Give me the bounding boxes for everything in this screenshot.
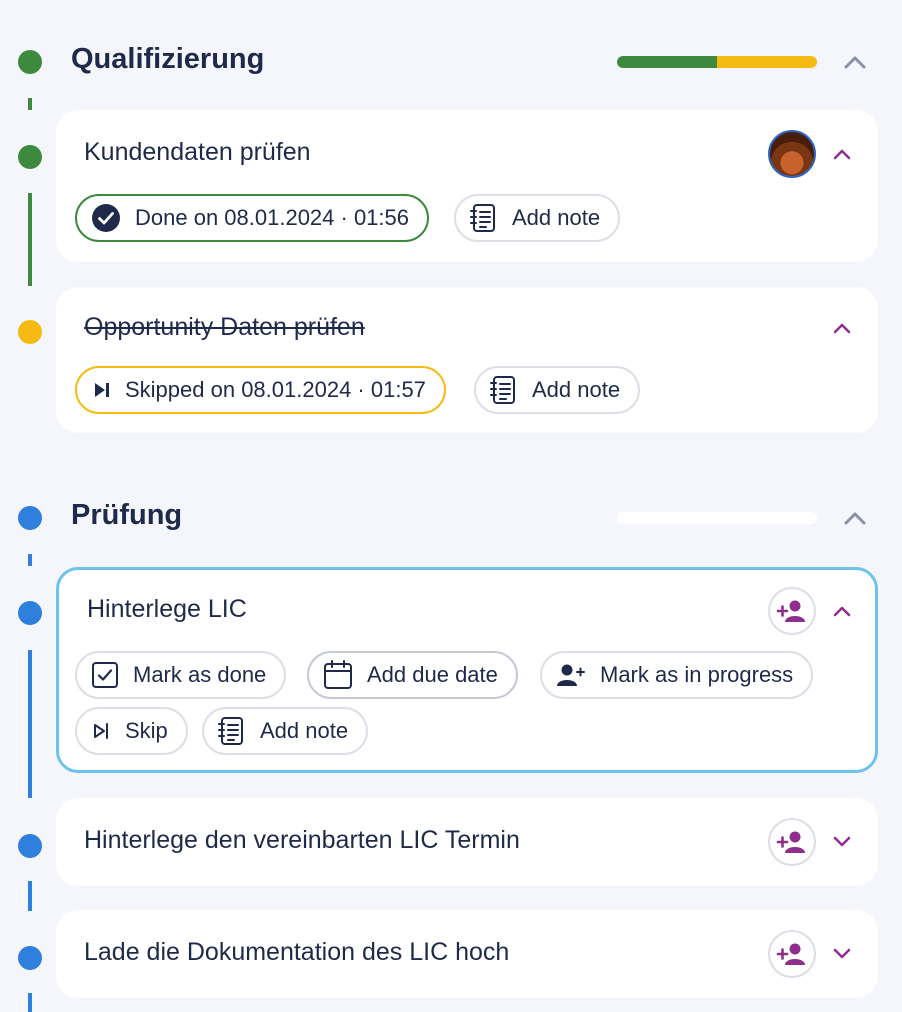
chip-label: Add note [512, 205, 601, 230]
note-icon [470, 204, 495, 232]
section-title: Qualifizierung [71, 43, 265, 75]
section-status-dot [18, 50, 42, 74]
section-progress-bar [617, 56, 817, 68]
task-card[interactable]: Kundendaten prüfen Done on 08.01.2024 · … [56, 110, 878, 262]
assign-user-button[interactable] [768, 587, 816, 635]
section-collapse-button[interactable] [840, 503, 870, 533]
chevron-up-icon [833, 606, 851, 617]
task-title: Lade die Dokumentation des LIC hoch [84, 938, 510, 966]
section-progress-bar [617, 512, 817, 524]
task-card[interactable]: Hinterlege den vereinbarten LIC Termin [56, 798, 878, 886]
task-status-dot [18, 601, 42, 625]
task-title: Hinterlege LIC [87, 595, 247, 623]
chip-label: Mark as in progress [600, 662, 794, 687]
chip-label: Add due date [367, 662, 498, 687]
mark-as-done-button[interactable]: Mark as done [75, 651, 287, 699]
task-expand-button[interactable] [827, 827, 857, 857]
checkbox-icon [92, 662, 118, 688]
timeline-connector [28, 554, 32, 566]
task-status-dot [18, 320, 42, 344]
skip-filled-icon [95, 383, 109, 397]
timeline-connector [28, 193, 32, 286]
chip-label: Done on 08.01.2024 · 01:56 [135, 205, 410, 230]
done-status-chip[interactable]: Done on 08.01.2024 · 01:56 [75, 194, 430, 242]
assignee-avatar[interactable] [768, 130, 816, 178]
add-user-icon [776, 943, 805, 965]
section-title: Prüfung [71, 499, 183, 531]
timeline-connector [28, 650, 32, 798]
task-status-dot [18, 145, 42, 169]
add-due-date-button[interactable]: Add due date [307, 651, 518, 699]
assign-user-button[interactable] [768, 818, 816, 866]
user-plus-icon [557, 664, 585, 686]
timeline-connector [28, 993, 32, 1012]
task-collapse-button[interactable] [827, 596, 857, 626]
mark-in-progress-button[interactable]: Mark as in progress [540, 651, 814, 699]
note-icon [490, 376, 515, 404]
add-user-icon [776, 831, 805, 853]
chip-label: Add note [260, 718, 349, 743]
task-title: Kundendaten prüfen [84, 138, 311, 166]
add-note-button[interactable]: Add note [474, 366, 641, 414]
chevron-down-icon [833, 948, 851, 959]
add-note-button[interactable]: Add note [202, 707, 369, 755]
task-title: Opportunity Daten prüfen [84, 313, 365, 341]
task-collapse-button[interactable] [827, 313, 857, 343]
add-note-button[interactable]: Add note [454, 194, 621, 242]
task-card-active[interactable]: Hinterlege LIC Mark as done Add due date… [56, 567, 878, 773]
chevron-down-icon [833, 836, 851, 847]
chip-label: Skip [125, 718, 168, 743]
task-expand-button[interactable] [827, 939, 857, 969]
chip-label: Add note [532, 377, 621, 402]
task-collapse-button[interactable] [827, 139, 857, 169]
chip-label: Mark as done [133, 662, 267, 687]
chevron-up-icon [844, 512, 866, 525]
calendar-icon [324, 660, 352, 689]
progress-done-segment [617, 56, 717, 68]
skip-outline-icon [94, 723, 108, 739]
chevron-up-icon [833, 149, 851, 160]
section-collapse-button[interactable] [840, 47, 870, 77]
task-card[interactable]: Opportunity Daten prüfen Skipped on 08.0… [56, 287, 878, 433]
chevron-up-icon [844, 56, 866, 69]
task-status-dot [18, 834, 42, 858]
timeline-connector [28, 881, 32, 911]
add-user-icon [776, 600, 805, 622]
timeline-connector [28, 98, 32, 110]
task-status-dot [18, 946, 42, 970]
skip-button[interactable]: Skip [75, 707, 188, 755]
assign-user-button[interactable] [768, 930, 816, 978]
check-circle-icon [92, 204, 120, 232]
chevron-up-icon [833, 323, 851, 334]
progress-skipped-segment [717, 56, 817, 68]
task-card[interactable]: Lade die Dokumentation des LIC hoch [56, 910, 878, 998]
task-title: Hinterlege den vereinbarten LIC Termin [84, 826, 520, 854]
section-status-dot [18, 506, 42, 530]
skipped-status-chip[interactable]: Skipped on 08.01.2024 · 01:57 [75, 366, 446, 414]
note-icon [218, 717, 243, 745]
chip-label: Skipped on 08.01.2024 · 01:57 [125, 377, 426, 402]
